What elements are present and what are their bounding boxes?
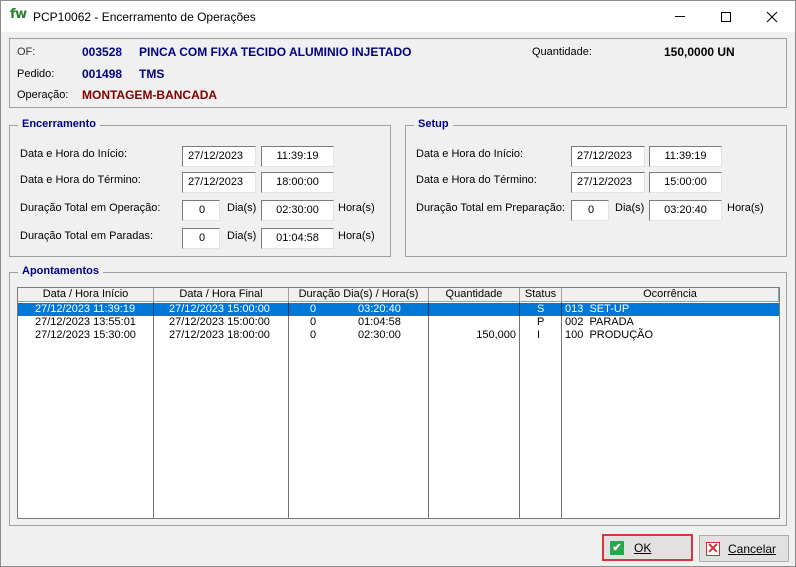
setup-preparacao-horas-field[interactable]: 03:20:40: [649, 200, 722, 221]
cell-ocorrencia: 013 SET-UP: [565, 303, 630, 315]
column-divider: [561, 302, 562, 518]
enc-inicio-time-field[interactable]: 11:39:19: [261, 146, 334, 167]
setup-title: Setup: [414, 118, 453, 130]
setup-group: Setup Data e Hora do Início: 27/12/2023 …: [405, 118, 787, 257]
of-label: OF:: [17, 46, 36, 58]
dialog-window: fw PCP10062 - Encerramento de Operações …: [0, 0, 796, 567]
cell-ocorrencia: 100 PRODUÇÃO: [565, 329, 654, 341]
enc-operacao-dias-label: Dia(s): [227, 202, 257, 214]
enc-paradas-dias-label: Dia(s): [227, 230, 257, 242]
cell-inicio: 27/12/2023 11:39:19: [35, 303, 136, 315]
cell-quantidade: 150,000: [476, 329, 516, 341]
quantidade-value: 150,0000 UN: [664, 45, 735, 59]
setup-termino-label: Data e Hora do Término:: [416, 174, 537, 186]
setup-termino-time-field[interactable]: 15:00:00: [649, 172, 722, 193]
setup-inicio-time-field[interactable]: 11:39:19: [649, 146, 722, 167]
pedido-label: Pedido:: [17, 68, 55, 80]
enc-operacao-horas-field[interactable]: 02:30:00: [261, 200, 334, 221]
pedido-description: TMS: [139, 67, 165, 81]
apontamentos-title: Apontamentos: [18, 265, 103, 277]
enc-paradas-label: Duração Total em Paradas:: [20, 230, 154, 242]
col-header-ocorrencia[interactable]: Ocorrência: [562, 288, 779, 302]
enc-operacao-label: Duração Total em Operação:: [20, 202, 161, 214]
quantidade-label: Quantidade:: [532, 46, 592, 58]
setup-preparacao-label: Duração Total em Preparação:: [416, 202, 565, 214]
cell-dias: 0: [310, 329, 317, 341]
cell-final: 27/12/2023 15:00:00: [169, 316, 270, 328]
of-description: PINCA COM FIXA TECIDO ALUMINIO INJETADO: [139, 45, 412, 59]
cell-status: P: [537, 316, 545, 328]
enc-paradas-horas-field[interactable]: 01:04:58: [261, 228, 334, 249]
ok-button[interactable]: ✔ OK: [602, 534, 693, 561]
encerramento-title: Encerramento: [18, 118, 100, 130]
col-header-status[interactable]: Status: [520, 288, 562, 302]
order-info-panel: OF: 003528 PINCA COM FIXA TECIDO ALUMINI…: [9, 38, 787, 108]
enc-paradas-horas-label: Hora(s): [338, 230, 375, 242]
column-divider: [153, 302, 154, 518]
table-row[interactable]: 27/12/2023 15:30:00 27/12/2023 18:00:00 …: [18, 329, 779, 342]
cell-ocorrencia: 002 PARADA: [565, 316, 634, 328]
checkmark-icon: ✔: [610, 540, 624, 555]
operacao-value: MONTAGEM-BANCADA: [82, 88, 218, 102]
app-logo: fw: [10, 7, 27, 22]
cell-horas: 01:04:58: [358, 316, 401, 328]
column-divider: [428, 302, 429, 518]
apontamentos-table[interactable]: Data / Hora Início Data / Hora Final Dur…: [17, 287, 780, 519]
enc-operacao-dias-field[interactable]: 0: [182, 200, 220, 221]
setup-preparacao-dias-field[interactable]: 0: [571, 200, 609, 221]
maximize-button[interactable]: [703, 1, 749, 32]
col-header-inicio[interactable]: Data / Hora Início: [18, 288, 154, 302]
setup-preparacao-dias-label: Dia(s): [615, 202, 645, 214]
encerramento-group: Encerramento Data e Hora do Início: 27/1…: [9, 118, 391, 257]
enc-paradas-dias-field[interactable]: 0: [182, 228, 220, 249]
col-header-quantidade[interactable]: Quantidade: [429, 288, 520, 302]
of-code: 003528: [82, 45, 123, 59]
enc-inicio-label: Data e Hora do Início:: [20, 148, 128, 160]
ok-label: OK: [634, 540, 652, 555]
cancel-button[interactable]: ✕ Cancelar: [699, 535, 789, 562]
close-icon: [766, 11, 778, 22]
enc-inicio-date-field[interactable]: 27/12/2023: [182, 146, 256, 167]
cell-status: I: [537, 329, 541, 341]
col-header-final[interactable]: Data / Hora Final: [154, 288, 289, 302]
operacao-label: Operação:: [17, 89, 69, 101]
apontamentos-group: Apontamentos Data / Hora Início Data / H…: [9, 265, 787, 526]
enc-termino-time-field[interactable]: 18:00:00: [261, 172, 334, 193]
window-title: PCP10062 - Encerramento de Operações: [33, 10, 256, 24]
enc-termino-label: Data e Hora do Término:: [20, 174, 141, 186]
table-row[interactable]: 27/12/2023 13:55:01 27/12/2023 15:00:00 …: [18, 316, 779, 329]
column-divider: [519, 302, 520, 518]
setup-preparacao-horas-label: Hora(s): [727, 202, 764, 214]
cell-horas: 02:30:00: [358, 329, 401, 341]
setup-inicio-date-field[interactable]: 27/12/2023: [571, 146, 645, 167]
setup-termino-date-field[interactable]: 27/12/2023: [571, 172, 645, 193]
enc-operacao-horas-label: Hora(s): [338, 202, 375, 214]
cancel-x-icon: ✕: [706, 540, 720, 556]
cancel-label: Cancelar: [728, 541, 777, 556]
cell-final: 27/12/2023 15:00:00: [169, 303, 270, 315]
title-bar[interactable]: fw PCP10062 - Encerramento de Operações: [1, 1, 795, 32]
maximize-icon: [721, 11, 731, 22]
pedido-code: 001498: [82, 67, 123, 81]
col-header-duracao[interactable]: Duração Dia(s) / Hora(s): [289, 288, 429, 302]
cell-inicio: 27/12/2023 13:55:01: [35, 316, 136, 328]
cell-inicio: 27/12/2023 15:30:00: [35, 329, 136, 341]
cell-horas: 03:20:40: [358, 303, 401, 315]
cell-dias: 0: [310, 303, 317, 315]
cell-dias: 0: [310, 316, 317, 328]
minimize-button[interactable]: [657, 1, 703, 32]
enc-termino-date-field[interactable]: 27/12/2023: [182, 172, 256, 193]
close-button[interactable]: [749, 1, 795, 32]
table-row[interactable]: 27/12/2023 11:39:19 27/12/2023 15:00:00 …: [18, 303, 779, 316]
column-divider: [288, 302, 289, 518]
setup-inicio-label: Data e Hora do Início:: [416, 148, 524, 160]
cell-status: S: [537, 303, 545, 315]
minimize-icon: [675, 16, 685, 17]
cell-final: 27/12/2023 18:00:00: [169, 329, 270, 341]
